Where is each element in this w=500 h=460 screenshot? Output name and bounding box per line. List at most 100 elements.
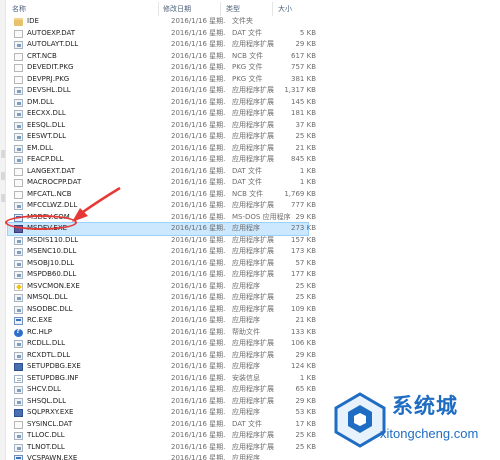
- file-row[interactable]: MSENC10.DLL 2016/1/16 星期... 应用程序扩展 173 KB: [8, 246, 316, 258]
- help-icon: [14, 326, 23, 337]
- file-size: 29 KB: [295, 396, 316, 405]
- dll-icon: [14, 271, 23, 279]
- dll-icon: [14, 236, 23, 245]
- file-size: 53 KB: [295, 408, 316, 416]
- column-header-date[interactable]: 修改日期: [163, 4, 191, 14]
- file-type: 文件夹: [232, 17, 253, 25]
- file-row[interactable]: DEVEDIT.PKG 2016/1/16 星期... PKG 文件 757 KB: [8, 62, 316, 74]
- navigation-pane-edge[interactable]: [0, 0, 6, 460]
- file-date: 2016/1/16 星期...: [171, 270, 226, 278]
- file-date: 2016/1/16 星期...: [171, 385, 226, 393]
- file-row[interactable]: RCDLL.DLL 2016/1/16 星期... 应用程序扩展 106 KB: [8, 338, 316, 350]
- dll-icon: [14, 294, 23, 302]
- column-header-type[interactable]: 类型: [226, 4, 240, 14]
- file-row[interactable]: TLNOT.DLL 2016/1/16 星期... 应用程序扩展 25 KB: [8, 442, 316, 454]
- file-row[interactable]: MSDIS110.DLL 2016/1/16 星期... 应用程序扩展 157 KB: [8, 235, 316, 247]
- column-header-row: 名称 修改日期 类型 大小: [8, 2, 308, 16]
- file-size: 1,769 KB: [284, 189, 316, 198]
- file-row[interactable]: RCXDTL.DLL 2016/1/16 星期... 应用程序扩展 29 KB: [8, 350, 316, 362]
- file-row[interactable]: EESQL.DLL 2016/1/16 星期... 应用程序扩展 37 KB: [8, 120, 316, 132]
- column-header-size[interactable]: 大小: [278, 4, 292, 14]
- file-name: IDE: [27, 17, 39, 25]
- file-row[interactable]: EECXX.DLL 2016/1/16 星期... 应用程序扩展 181 KB: [8, 108, 316, 120]
- file-row[interactable]: DEVSHL.DLL 2016/1/16 星期... 应用程序扩展 1,317 KB: [8, 85, 316, 97]
- file-row[interactable]: DM.DLL 2016/1/16 星期... 应用程序扩展 145 KB: [8, 97, 316, 109]
- file-name: TLNOT.DLL: [27, 442, 65, 451]
- file-date: 2016/1/16 星期...: [171, 419, 226, 428]
- file-date: 2016/1/16 星期...: [171, 247, 226, 255]
- file-row[interactable]: MSVCMON.EXE 2016/1/16 星期... 应用程序 25 KB: [8, 281, 316, 293]
- file-size: 273 KB: [291, 224, 316, 232]
- exe-icon: [14, 455, 23, 460]
- dll-icon: [14, 202, 23, 210]
- file-name: RCDLL.DLL: [27, 339, 66, 347]
- file-size: 1 KB: [299, 178, 316, 186]
- dll-icon: [14, 351, 23, 360]
- file-row[interactable]: AUTOLAYT.DLL 2016/1/16 星期... 应用程序扩展 29 KB: [8, 39, 316, 51]
- file-date: 2016/1/16 星期...: [171, 17, 226, 25]
- file-row[interactable]: SETUPDBG.INF 2016/1/16 星期... 安装信息 1 KB: [8, 373, 316, 385]
- watermark-url: xitongcheng.com: [380, 426, 479, 441]
- file-date: 2016/1/16 星期...: [171, 63, 226, 71]
- exe-icon: [14, 317, 23, 325]
- file-row[interactable]: RC.HLP2016/1/16 星期...帮助文件133 KB: [8, 326, 316, 339]
- file-row[interactable]: RC.EXE 2016/1/16 星期... 应用程序 21 KB: [8, 315, 316, 327]
- file-icon: [14, 190, 23, 199]
- file-date: 2016/1/16 星期...: [171, 454, 226, 460]
- file-date: 2016/1/16 星期...: [171, 86, 226, 94]
- file-row[interactable]: SYSINCL.DAT 2016/1/16 星期... DAT 文件 17 KB: [8, 419, 316, 431]
- file-row[interactable]: LANGEXT.DAT 2016/1/16 星期... DAT 文件 1 KB: [8, 166, 316, 178]
- file-row[interactable]: NMSQL.DLL 2016/1/16 星期... 应用程序扩展 25 KB: [8, 292, 316, 304]
- file-row[interactable]: SHCV.DLL 2016/1/16 星期... 应用程序扩展 65 KB: [8, 384, 316, 396]
- dll-icon: [14, 121, 23, 130]
- file-name: DEVPRJ.PKG: [27, 74, 70, 83]
- dll-icon: [14, 144, 23, 153]
- file-row[interactable]: CRT.NCB 2016/1/16 星期... NCB 文件 617 KB: [8, 51, 316, 63]
- file-size: 173 KB: [291, 247, 316, 255]
- dll-icon: [14, 156, 23, 164]
- file-row[interactable]: MSOBJ10.DLL 2016/1/16 星期... 应用程序扩展 57 KB: [8, 258, 316, 270]
- dll-icon: [14, 110, 23, 118]
- file-row[interactable]: IDE 2016/1/16 星期... 文件夹: [8, 16, 308, 28]
- file-row[interactable]: MACROCPP.DAT 2016/1/16 星期... DAT 文件 1 KB: [8, 177, 316, 189]
- file-row[interactable]: DEVPRJ.PKG 2016/1/16 星期... PKG 文件 381 KB: [8, 74, 316, 86]
- file-size: 845 KB: [291, 155, 316, 163]
- file-row[interactable]: EESWT.DLL 2016/1/16 星期... 应用程序扩展 25 KB: [8, 131, 316, 143]
- file-row[interactable]: VCSPAWN.EXE 2016/1/16 星期... 应用程序: [8, 453, 308, 460]
- doc-icon: [14, 374, 23, 383]
- file-size: 25 KB: [295, 442, 316, 451]
- file-list: IDE 2016/1/16 星期... 文件夹 AUTOEXP.DAT 2016/1/1…: [7, 16, 316, 460]
- file-row[interactable]: AUTOEXP.DAT 2016/1/16 星期... DAT 文件 5 KB: [8, 28, 316, 40]
- file-row[interactable]: SQLPRXY.EXE 2016/1/16 星期... 应用程序 53 KB: [8, 407, 316, 419]
- file-row[interactable]: FEACP.DLL 2016/1/16 星期... 应用程序扩展 845 KB: [8, 154, 316, 166]
- file-row[interactable]: MFCCLWZ.DLL 2016/1/16 星期... 应用程序扩展 777 KB: [8, 200, 316, 212]
- file-size: 25 KB: [295, 132, 316, 140]
- file-row[interactable]: NSODBC.DLL 2016/1/16 星期... 应用程序扩展 109 KB: [8, 304, 316, 316]
- file-name: MFCCLWZ.DLL: [27, 201, 78, 209]
- file-name: EECXX.DLL: [27, 109, 66, 117]
- file-size: 25 KB: [295, 431, 316, 439]
- dll-icon: [14, 305, 23, 314]
- file-row[interactable]: MSPDB60.DLL 2016/1/16 星期... 应用程序扩展 177 KB: [8, 269, 316, 281]
- file-icon: [14, 420, 23, 429]
- file-date: 2016/1/16 星期...: [171, 155, 226, 163]
- file-name: NMSQL.DLL: [27, 293, 68, 301]
- file-size: 106 KB: [291, 339, 316, 347]
- file-row[interactable]: SETUPDBG.EXE 2016/1/16 星期... 应用程序 124 KB: [8, 361, 316, 373]
- file-row[interactable]: TLLOC.DLL 2016/1/16 星期... 应用程序扩展 25 KB: [8, 430, 316, 442]
- file-name: MSOBJ10.DLL: [27, 258, 75, 267]
- file-name: NSODBC.DLL: [27, 304, 73, 313]
- dll-icon: [14, 340, 23, 348]
- file-date: 2016/1/16 星期...: [171, 109, 226, 117]
- annotation-ellipse: [5, 215, 77, 230]
- file-name: SHCV.DLL: [27, 385, 61, 393]
- wizard-icon: [14, 282, 23, 291]
- file-row[interactable]: MFCATL.NCB 2016/1/16 星期... NCB 文件 1,769 KB: [8, 189, 316, 201]
- file-name: CRT.NCB: [27, 51, 57, 60]
- file-row[interactable]: EM.DLL 2016/1/16 星期... 应用程序扩展 21 KB: [8, 143, 316, 155]
- column-header-name[interactable]: 名称: [12, 4, 26, 14]
- file-row[interactable]: SHSQL.DLL 2016/1/16 星期... 应用程序扩展 29 KB: [8, 396, 316, 408]
- file-size: 1 KB: [299, 373, 316, 382]
- file-name: MSVCMON.EXE: [27, 281, 80, 290]
- folder-icon: [14, 18, 23, 26]
